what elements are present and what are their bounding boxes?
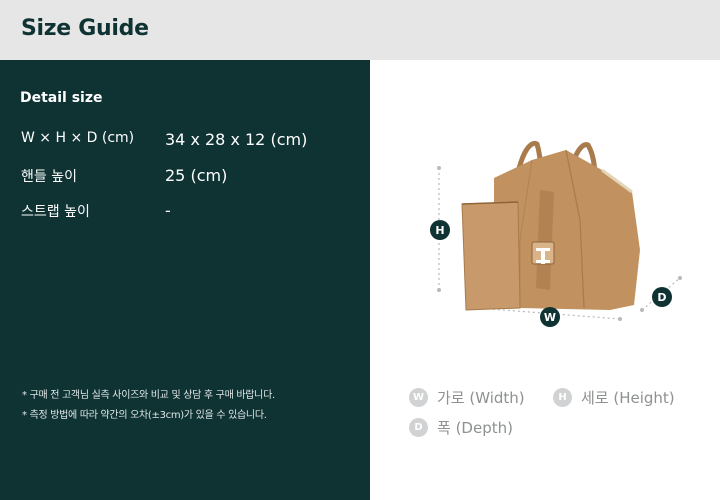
legend-label: 폭 (Depth) (437, 419, 513, 437)
height-legend-icon: H (553, 388, 572, 407)
size-label: 핸들 높이 (21, 169, 77, 185)
size-label: W × H × D (cm) (21, 130, 135, 146)
height-marker-letter: H (435, 224, 444, 237)
height-marker: H (430, 220, 450, 240)
size-label: 스트랩 높이 (21, 204, 90, 220)
legend-width: W 가로 (Width) (409, 387, 525, 408)
detail-title: Detail size (20, 90, 103, 106)
page-header: Size Guide (0, 0, 720, 60)
detail-panel: Detail size W × H × D (cm) 34 x 28 x 12 … (0, 60, 370, 500)
legend-label: 세로 (Height) (581, 389, 675, 407)
size-value: 34 x 28 x 12 (cm) (165, 130, 308, 149)
bag-pouch (461, 201, 521, 311)
size-value: 25 (cm) (165, 166, 228, 185)
legend-height: H 세로 (Height) (553, 387, 675, 408)
depth-legend-icon: D (409, 418, 428, 437)
width-legend-icon: W (409, 388, 428, 407)
width-marker: W (540, 307, 560, 327)
legend-depth: D 폭 (Depth) (409, 417, 513, 438)
measurement-note: * 구매 전 고객님 실측 사이즈와 비교 및 상담 후 구매 바랍니다. (22, 390, 275, 401)
page-title: Size Guide (21, 16, 149, 41)
size-value: - (165, 201, 171, 220)
bag-diagram: H W D (430, 140, 682, 327)
figure-panel: H W D W 가로 (Width) H 세로 (Height) D 폭 (Depth… (370, 60, 720, 500)
depth-marker: D (652, 287, 672, 307)
width-marker-letter: W (544, 311, 556, 324)
measurement-note: * 측정 방법에 따라 약간의 오차(±3cm)가 있을 수 있습니다. (22, 410, 267, 421)
depth-marker-letter: D (657, 291, 666, 304)
legend-label: 가로 (Width) (437, 389, 525, 407)
